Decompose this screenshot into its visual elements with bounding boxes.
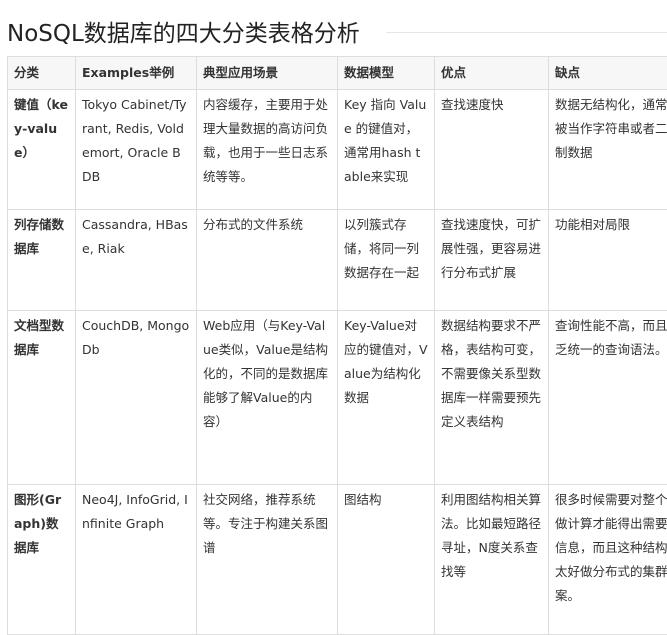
row-category: 图形(Graph)数据库 [8,485,76,635]
row-scenario: 社交网络，推荐系统等。专注于构建关系图谱 [197,485,338,635]
header-cons: 缺点 [549,57,667,90]
page-title: NoSQL数据库的四大分类表格分析 [7,14,360,48]
row-category: 文档型数据库 [8,311,76,485]
row-scenario: 分布式的文件系统 [197,210,338,311]
row-cons: 数据无结构化，通常只被当作字符串或者二进制数据 [549,90,667,210]
row-pros: 利用图结构相关算法。比如最短路径寻址，N度关系查找等 [435,485,549,635]
row-pros: 查找速度快 [435,90,549,210]
row-pros: 数据结构要求不严格，表结构可变，不需要像关系型数据库一样需要预先定义表结构 [435,311,549,485]
nosql-classification-table: 分类 Examples举例 典型应用场景 数据模型 优点 缺点 键值（key-v… [7,56,667,635]
row-cons: 查询性能不高，而且缺乏统一的查询语法。 [549,311,667,485]
row-data-model: 图结构 [338,485,435,635]
row-data-model: 以列簇式存储，将同一列数据存在一起 [338,210,435,311]
row-cons: 功能相对局限 [549,210,667,311]
row-cons: 很多时候需要对整个图做计算才能得出需要的信息，而且这种结构不太好做分布式的集群方… [549,485,667,635]
table-header-row: 分类 Examples举例 典型应用场景 数据模型 优点 缺点 [8,57,667,90]
title-divider [386,32,667,33]
row-scenario: Web应用（与Key-Value类似，Value是结构化的，不同的是数据库能够了… [197,311,338,485]
row-examples: Neo4J, InfoGrid, Infinite Graph [76,485,197,635]
table-row: 文档型数据库 CouchDB, MongoDb Web应用（与Key-Value… [8,311,667,485]
header-scenario: 典型应用场景 [197,57,338,90]
table-row: 键值（key-value） Tokyo Cabinet/Tyrant, Redi… [8,90,667,210]
row-category: 列存储数据库 [8,210,76,311]
row-data-model: Key 指向 Value 的键值对，通常用hash table来实现 [338,90,435,210]
row-examples: Tokyo Cabinet/Tyrant, Redis, Voldemort, … [76,90,197,210]
header-data-model: 数据模型 [338,57,435,90]
table-row: 列存储数据库 Cassandra, HBase, Riak 分布式的文件系统 以… [8,210,667,311]
header-pros: 优点 [435,57,549,90]
row-data-model: Key-Value对应的键值对，Value为结构化数据 [338,311,435,485]
table-row: 图形(Graph)数据库 Neo4J, InfoGrid, Infinite G… [8,485,667,635]
row-scenario: 内容缓存，主要用于处理大量数据的高访问负载，也用于一些日志系统等等。 [197,90,338,210]
row-category: 键值（key-value） [8,90,76,210]
header-category: 分类 [8,57,76,90]
row-pros: 查找速度快，可扩展性强，更容易进行分布式扩展 [435,210,549,311]
row-examples: Cassandra, HBase, Riak [76,210,197,311]
header-examples: Examples举例 [76,57,197,90]
row-examples: CouchDB, MongoDb [76,311,197,485]
